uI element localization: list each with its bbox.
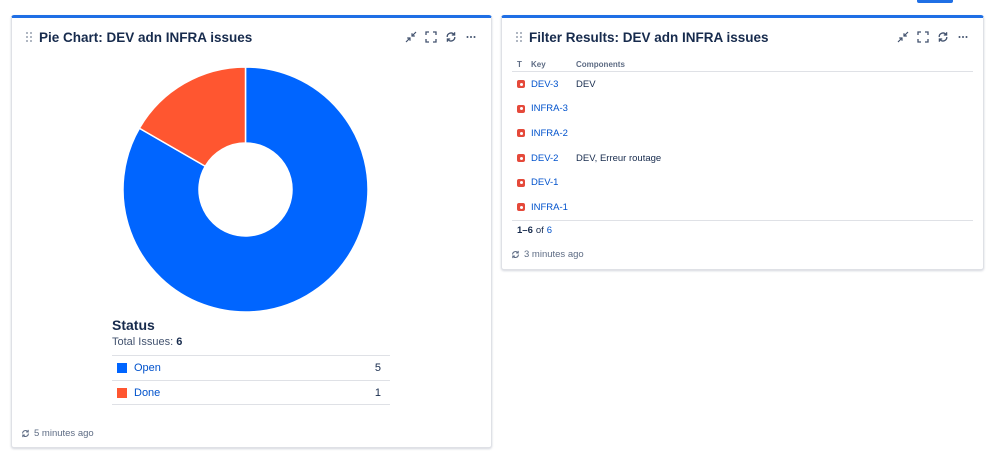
minimize-icon[interactable]	[895, 28, 911, 46]
table-row: INFRA-2	[512, 121, 973, 146]
bug-icon	[517, 129, 525, 138]
legend-table: Open 5 Done 1	[112, 355, 390, 405]
refresh-time: 3 minutes ago	[524, 249, 584, 260]
legend-swatch	[117, 363, 127, 373]
gadget-header: Filter Results: DEV adn INFRA issues	[502, 18, 983, 58]
issue-key-link[interactable]: INFRA-3	[531, 103, 576, 114]
gadget-actions	[403, 28, 479, 46]
legend-label[interactable]: Done	[134, 387, 360, 399]
gadget-header: Pie Chart: DEV adn INFRA issues	[12, 18, 491, 58]
page-total-link[interactable]: 6	[547, 225, 552, 236]
page-range: 1–6	[517, 224, 533, 236]
bug-icon	[517, 178, 525, 187]
issue-components: DEV, Erreur routage	[576, 152, 662, 164]
top-button-stub[interactable]	[917, 0, 953, 3]
refresh-small-icon	[512, 250, 519, 259]
refresh-time: 5 minutes ago	[34, 428, 94, 439]
pagination: 1–6 of 6	[512, 219, 973, 240]
legend-swatch	[117, 387, 127, 398]
legend-title: Status	[112, 317, 155, 333]
issue-table: T Key Components DEV-3 DEV INFRA-3 INFRA…	[512, 58, 973, 240]
issue-key-link[interactable]: INFRA-2	[531, 128, 576, 139]
refresh-icon[interactable]	[935, 28, 951, 46]
legend-count: 1	[374, 386, 381, 399]
more-icon[interactable]	[955, 28, 971, 46]
gadget-title: Filter Results: DEV adn INFRA issues	[529, 30, 769, 45]
fullscreen-icon[interactable]	[423, 28, 439, 46]
refresh-icon[interactable]	[443, 28, 459, 46]
fullscreen-icon[interactable]	[915, 28, 931, 46]
page-of: of	[535, 224, 544, 236]
chart-legend: Status Total Issues: 6 Open 5 Done 1	[112, 317, 390, 405]
legend-row-done[interactable]: Done 1	[112, 381, 390, 405]
legend-total: Total Issues: 6	[112, 336, 390, 348]
status-pie-chart	[122, 66, 369, 313]
more-icon[interactable]	[463, 28, 479, 46]
column-key[interactable]: Key	[531, 60, 576, 69]
table-row: INFRA-3	[512, 97, 973, 122]
table-header: T Key Components	[512, 58, 973, 72]
legend-count: 5	[374, 362, 381, 374]
bug-icon	[517, 80, 525, 89]
gadget-title: Pie Chart: DEV adn INFRA issues	[39, 30, 253, 45]
last-refreshed: 3 minutes ago	[511, 249, 584, 260]
last-refreshed: 5 minutes ago	[21, 428, 94, 439]
column-type[interactable]: T	[512, 60, 531, 69]
issue-key-link[interactable]: DEV-2	[531, 153, 576, 164]
drag-handle-icon[interactable]	[516, 32, 522, 42]
legend-label[interactable]: Open	[134, 362, 360, 374]
bug-icon	[517, 203, 525, 212]
column-components[interactable]: Components	[576, 60, 973, 69]
table-row: DEV-3 DEV	[512, 72, 973, 97]
table-row: DEV-2 DEV, Erreur routage	[512, 146, 973, 171]
filter-results-gadget: Filter Results: DEV adn INFRA issues T K…	[501, 15, 984, 270]
drag-handle-icon[interactable]	[26, 32, 32, 42]
bug-icon	[517, 154, 525, 163]
total-label: Total Issues:	[112, 336, 174, 348]
issue-key-link[interactable]: DEV-3	[531, 79, 576, 90]
gadget-actions	[895, 28, 971, 46]
issue-key-link[interactable]: INFRA-1	[531, 202, 576, 213]
total-count: 6	[176, 336, 183, 348]
legend-row-open[interactable]: Open 5	[112, 356, 390, 381]
pie-chart-gadget: Pie Chart: DEV adn INFRA issues Status T…	[11, 15, 492, 448]
refresh-small-icon	[22, 429, 29, 438]
issue-components: DEV	[576, 78, 596, 90]
table-row: INFRA-1	[512, 195, 973, 220]
minimize-icon[interactable]	[403, 28, 419, 46]
issue-key-link[interactable]: DEV-1	[531, 177, 576, 188]
table-row: DEV-1	[512, 170, 973, 195]
bug-icon	[517, 104, 525, 113]
